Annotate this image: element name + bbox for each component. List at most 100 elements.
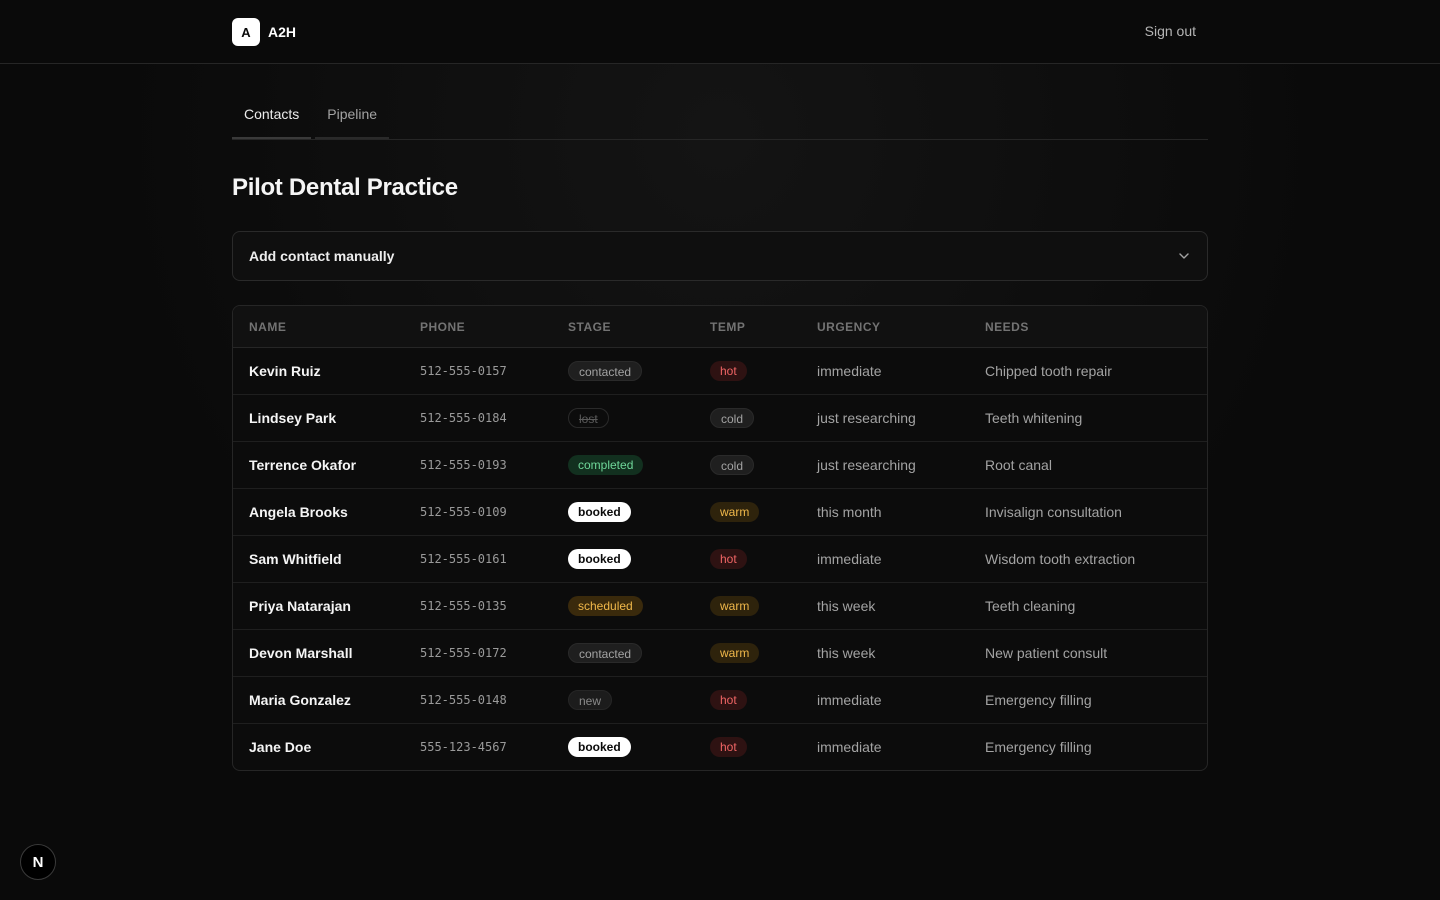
table-header-row: NAME PHONE STAGE TEMP URGENCY NEEDS [233, 306, 1207, 348]
page-title: Pilot Dental Practice [232, 174, 458, 201]
temp-cell: hot [694, 535, 801, 583]
dev-tools-badge[interactable]: N [20, 844, 56, 880]
stage-cell: booked [552, 488, 694, 536]
stage-badge: scheduled [568, 596, 643, 616]
column-header-urgency[interactable]: URGENCY [801, 306, 969, 348]
table-row[interactable]: Devon Marshall 512-555-0172 contacted warm t… [233, 629, 1207, 677]
table-body: Kevin Ruiz 512-555-0157 contacted hot immedi… [233, 347, 1207, 771]
contact-urgency: just researching [801, 394, 969, 442]
table-row[interactable]: Lindsey Park 512-555-0184 lost cold just res… [233, 394, 1207, 442]
table-row[interactable]: Angela Brooks 512-555-0109 booked warm this … [233, 488, 1207, 536]
table-row[interactable]: Terrence Okafor 512-555-0193 completed cold… [233, 441, 1207, 489]
contact-urgency: immediate [801, 347, 969, 395]
contact-name: Devon Marshall [233, 629, 404, 677]
stage-cell: contacted [552, 347, 694, 395]
contact-name: Priya Natarajan [233, 582, 404, 630]
stage-cell: scheduled [552, 582, 694, 630]
stage-badge: new [568, 690, 613, 710]
table-row[interactable]: Sam Whitfield 512-555-0161 booked hot immedi… [233, 535, 1207, 583]
stage-badge: booked [568, 737, 631, 757]
stage-badge: contacted [568, 643, 643, 663]
tab-contacts[interactable]: Contacts [232, 101, 312, 139]
contact-phone: 512-555-0135 [404, 582, 552, 630]
stage-badge: contacted [568, 361, 643, 381]
temp-badge: warm [710, 596, 760, 616]
stage-badge: lost [568, 408, 609, 428]
table-row[interactable]: Maria Gonzalez 512-555-0148 new hot immediat… [233, 676, 1207, 724]
brand-logo: A [232, 18, 260, 46]
contact-phone: 512-555-0109 [404, 488, 552, 536]
stage-cell: new [552, 676, 694, 724]
main-content: Contacts Pipeline Pilot Dental Practice … [232, 64, 1208, 771]
contact-phone: 512-555-0193 [404, 441, 552, 489]
temp-badge: hot [710, 737, 747, 757]
top-bar: A A2H Sign out [0, 0, 1440, 64]
temp-cell: hot [694, 676, 801, 724]
stage-cell: lost [552, 394, 694, 442]
column-header-name[interactable]: NAME [233, 306, 404, 348]
contact-needs: Wisdom tooth extraction [969, 535, 1207, 583]
contact-name: Jane Doe [249, 739, 312, 755]
contact-urgency: this week [801, 582, 969, 630]
contacts-table: NAME PHONE STAGE TEMP URGENCY NEEDS Kevi… [232, 305, 1208, 771]
temp-cell: warm [694, 582, 801, 630]
contact-name: Angela Brooks [233, 488, 404, 536]
temp-cell: warm [694, 488, 801, 536]
add-contact-toggle[interactable]: Add contact manually [232, 231, 1208, 281]
contact-phone: 512-555-0157 [404, 347, 552, 395]
contact-needs: Teeth cleaning [969, 582, 1207, 630]
contact-phone: 512-555-0161 [404, 535, 552, 583]
temp-badge: cold [710, 455, 755, 475]
contact-phone: 512-555-0148 [404, 676, 552, 724]
contact-needs: New patient consult [969, 629, 1207, 677]
temp-badge: hot [710, 690, 747, 710]
contact-name: Sam Whitfield [233, 535, 404, 583]
contact-urgency: this week [801, 629, 969, 677]
table-row[interactable]: Kevin Ruiz 512-555-0157 contacted hot immedi… [233, 347, 1207, 395]
brand-name: A2H [268, 24, 297, 40]
stage-cell: contacted [552, 629, 694, 677]
stage-badge: booked [568, 549, 631, 569]
tab-pipeline[interactable]: Pipeline [315, 101, 390, 139]
brand[interactable]: A A2H [232, 18, 296, 46]
contact-name: Maria Gonzalez [233, 676, 404, 724]
contact-urgency: this month [801, 488, 969, 536]
sign-out-button[interactable]: Sign out [1145, 23, 1196, 39]
stage-badge: completed [568, 455, 644, 475]
stage-badge: booked [568, 502, 631, 522]
column-header-temp[interactable]: TEMP [694, 306, 801, 348]
contact-needs: Emergency filling [969, 676, 1207, 724]
temp-badge: hot [710, 549, 747, 569]
table-row[interactable]: Priya Natarajan 512-555-0135 scheduled warm… [233, 582, 1207, 630]
column-header-phone[interactable]: PHONE [404, 306, 552, 348]
contact-urgency: immediate [801, 676, 969, 724]
temp-cell: hot [694, 724, 801, 771]
contact-phone: 555-123-4567 [420, 740, 507, 754]
temp-cell: cold [694, 441, 801, 489]
contact-needs: Emergency filling [985, 739, 1092, 755]
column-header-stage[interactable]: STAGE [552, 306, 694, 348]
contact-urgency: immediate [801, 535, 969, 583]
column-header-needs[interactable]: NEEDS [969, 306, 1207, 348]
add-contact-label: Add contact manually [249, 248, 395, 264]
contact-needs: Invisalign consultation [969, 488, 1207, 536]
contact-name: Terrence Okafor [233, 441, 404, 489]
contact-needs: Teeth whitening [969, 394, 1207, 442]
temp-badge: warm [710, 502, 760, 522]
contact-needs: Root canal [969, 441, 1207, 489]
contact-phone: 512-555-0184 [404, 394, 552, 442]
contact-urgency: immediate [817, 739, 882, 755]
contact-phone: 512-555-0172 [404, 629, 552, 677]
temp-cell: cold [694, 394, 801, 442]
temp-badge: hot [710, 361, 747, 381]
contact-urgency: just researching [801, 441, 969, 489]
temp-badge: warm [710, 643, 760, 663]
temp-cell: hot [694, 347, 801, 395]
stage-cell: completed [552, 441, 694, 489]
contact-name: Lindsey Park [233, 394, 404, 442]
stage-cell: booked [552, 535, 694, 583]
stage-cell: booked [552, 724, 694, 771]
temp-badge: cold [710, 408, 755, 428]
table-row[interactable]: Jane Doe 555-123-4567 booked hot immediate Em… [233, 724, 1207, 771]
tab-bar: Contacts Pipeline [232, 64, 1208, 140]
